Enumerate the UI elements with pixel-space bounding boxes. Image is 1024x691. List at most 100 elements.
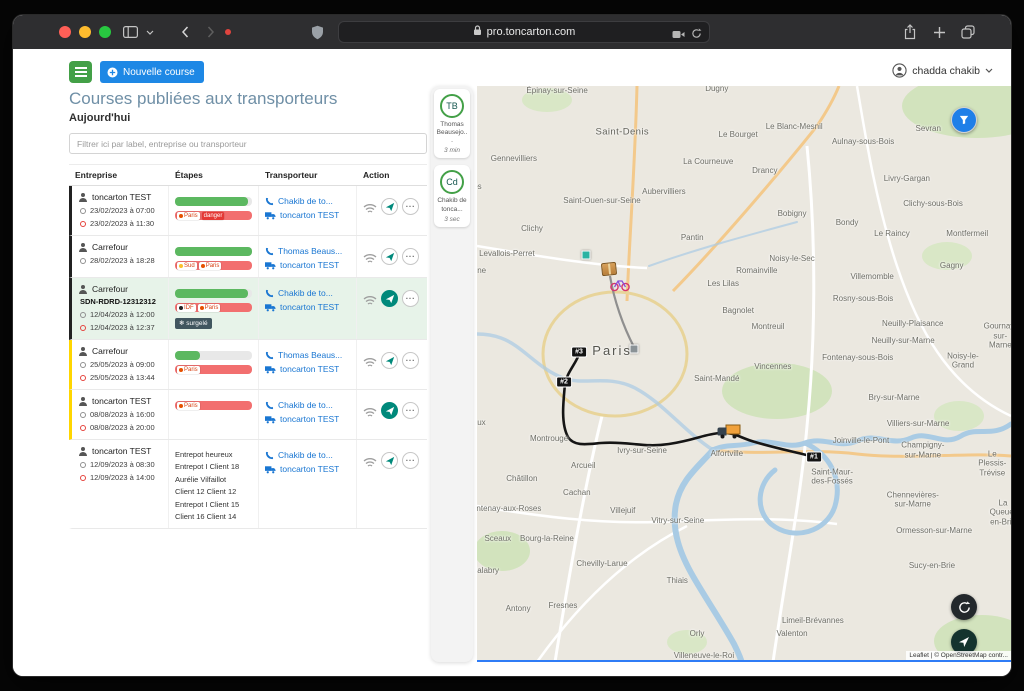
table-row[interactable]: toncarton TEST 23/02/2023 à 07:0023/02/2… bbox=[69, 186, 427, 236]
send-plane-icon bbox=[385, 294, 395, 304]
driver-link[interactable]: Chakib de to... bbox=[265, 400, 350, 410]
signal-icon bbox=[363, 203, 377, 214]
truck-marker[interactable] bbox=[717, 424, 742, 439]
more-button[interactable]: ··· bbox=[402, 352, 419, 369]
drivers-panel: TB Thomas Beausejo... 3 min Cd Chakib de… bbox=[431, 86, 473, 662]
account-name: chadda chakib bbox=[912, 65, 980, 77]
gray-square-marker[interactable] bbox=[629, 345, 638, 354]
waypoint-badge[interactable]: #2 bbox=[556, 377, 572, 388]
close-window-button[interactable] bbox=[59, 26, 71, 38]
more-button[interactable]: ··· bbox=[402, 402, 419, 419]
window-controls[interactable] bbox=[59, 26, 111, 38]
step-dot-icon bbox=[80, 221, 86, 227]
carrier-link[interactable]: toncarton TEST bbox=[265, 464, 350, 474]
package-marker[interactable] bbox=[601, 262, 617, 276]
send-plane-icon bbox=[385, 202, 395, 212]
driver-name: Chakib de tonca... bbox=[436, 197, 468, 213]
bicycle-marker[interactable] bbox=[610, 278, 630, 297]
company-name: Carrefour bbox=[92, 284, 128, 294]
table-row[interactable]: toncarton TEST 08/08/2023 à 16:0008/08/2… bbox=[69, 390, 427, 440]
more-button[interactable]: ··· bbox=[402, 248, 419, 265]
course-ref: SDN-RDRD-12312312 bbox=[80, 297, 162, 306]
carrier-link[interactable]: toncarton TEST bbox=[265, 302, 350, 312]
table-row[interactable]: Carrefour 28/02/2023 à 18:28 SudParis Th… bbox=[69, 236, 427, 278]
driver-card[interactable]: Cd Chakib de tonca... 3 sec bbox=[434, 165, 470, 226]
step-date: 12/04/2023 à 12:37 bbox=[78, 323, 162, 332]
driver-link[interactable]: Chakib de to... bbox=[265, 196, 350, 206]
waypoint-badge[interactable]: #1 bbox=[806, 451, 822, 462]
driver-card[interactable]: TB Thomas Beausejo... 3 min bbox=[434, 89, 470, 158]
navigation-arrow-icon bbox=[958, 636, 970, 648]
map[interactable]: Épinay-sur-SeineDugnySaint-DenisLe Bourg… bbox=[477, 86, 1011, 662]
new-course-button[interactable]: Nouvelle course bbox=[100, 61, 204, 83]
company-name: toncarton TEST bbox=[92, 396, 151, 406]
person-icon bbox=[78, 346, 88, 356]
send-button[interactable] bbox=[381, 402, 398, 419]
more-button[interactable]: ··· bbox=[402, 452, 419, 469]
chevron-down-icon[interactable] bbox=[146, 24, 154, 40]
refresh-icon bbox=[958, 601, 971, 614]
shield-icon[interactable] bbox=[311, 24, 324, 40]
share-icon[interactable] bbox=[903, 24, 917, 40]
progress-bar bbox=[175, 351, 252, 360]
send-button[interactable] bbox=[381, 198, 398, 215]
step-dot-icon bbox=[80, 312, 86, 318]
send-plane-icon bbox=[385, 252, 395, 262]
new-tab-icon[interactable] bbox=[933, 24, 946, 40]
reload-icon[interactable] bbox=[691, 26, 702, 44]
menu-button[interactable] bbox=[69, 61, 92, 83]
driver-link[interactable]: Thomas Beaus... bbox=[265, 246, 350, 256]
step-date: 08/08/2023 à 20:00 bbox=[78, 423, 162, 432]
send-button[interactable] bbox=[381, 248, 398, 265]
carrier-link[interactable]: toncarton TEST bbox=[265, 414, 350, 424]
sidebar-toggle-icon[interactable] bbox=[123, 24, 138, 40]
courses-panel: Courses publiées aux transporteurs Aujou… bbox=[69, 89, 427, 663]
minimize-window-button[interactable] bbox=[79, 26, 91, 38]
company-name: Carrefour bbox=[92, 242, 128, 252]
browser-titlebar: pro.toncarton.com bbox=[13, 15, 1011, 49]
more-button[interactable]: ··· bbox=[402, 198, 419, 215]
step-dot-icon bbox=[80, 375, 86, 381]
carrier-link[interactable]: toncarton TEST bbox=[265, 210, 350, 220]
phone-icon bbox=[265, 247, 274, 256]
zoom-window-button[interactable] bbox=[99, 26, 111, 38]
send-button[interactable] bbox=[381, 290, 398, 307]
driver-link[interactable]: Thomas Beaus... bbox=[265, 350, 350, 360]
signal-icon bbox=[363, 295, 377, 306]
teal-square-marker[interactable] bbox=[581, 250, 590, 259]
page-title: Courses publiées aux transporteurs bbox=[69, 89, 427, 109]
table-row[interactable]: Carrefour SDN-RDRD-12312312 12/04/2023 à… bbox=[69, 278, 427, 340]
carrier-link[interactable]: toncarton TEST bbox=[265, 364, 350, 374]
table-row[interactable]: Carrefour 25/05/2023 à 09:0025/05/2023 à… bbox=[69, 340, 427, 390]
phone-icon bbox=[265, 451, 274, 460]
plus-icon bbox=[107, 67, 118, 78]
truck-icon bbox=[265, 303, 276, 312]
url-bar[interactable]: pro.toncarton.com bbox=[338, 21, 710, 43]
map-filter-button[interactable] bbox=[951, 107, 977, 133]
driver-link[interactable]: Chakib de to... bbox=[265, 288, 350, 298]
map-refresh-button[interactable] bbox=[951, 594, 977, 620]
more-button[interactable]: ··· bbox=[402, 290, 419, 307]
driver-link[interactable]: Chakib de to... bbox=[265, 450, 350, 460]
forward-icon[interactable] bbox=[207, 24, 215, 40]
signal-indicator bbox=[363, 355, 377, 373]
signal-indicator bbox=[363, 405, 377, 423]
lock-icon bbox=[473, 23, 482, 41]
table-row[interactable]: toncarton TEST 12/09/2023 à 08:3012/09/2… bbox=[69, 440, 427, 529]
carrier-link[interactable]: toncarton TEST bbox=[265, 260, 350, 270]
alert-bar: Parisdanger bbox=[175, 211, 252, 220]
route-badge: Paris bbox=[177, 366, 200, 374]
alert-bar: SudParis bbox=[175, 261, 252, 270]
camera-icon[interactable] bbox=[672, 26, 685, 44]
waypoint-badge[interactable]: #3 bbox=[571, 347, 587, 358]
back-icon[interactable] bbox=[181, 24, 189, 40]
send-button[interactable] bbox=[381, 452, 398, 469]
app-content: Nouvelle course chadda chakib Courses pu… bbox=[13, 49, 1011, 677]
tabs-overview-icon[interactable] bbox=[961, 24, 975, 40]
account-menu[interactable]: chadda chakib bbox=[892, 63, 993, 78]
alert-bar: Paris bbox=[175, 401, 252, 410]
phone-icon bbox=[265, 197, 274, 206]
send-button[interactable] bbox=[381, 352, 398, 369]
filter-input[interactable] bbox=[69, 133, 427, 154]
funnel-icon bbox=[959, 114, 969, 126]
